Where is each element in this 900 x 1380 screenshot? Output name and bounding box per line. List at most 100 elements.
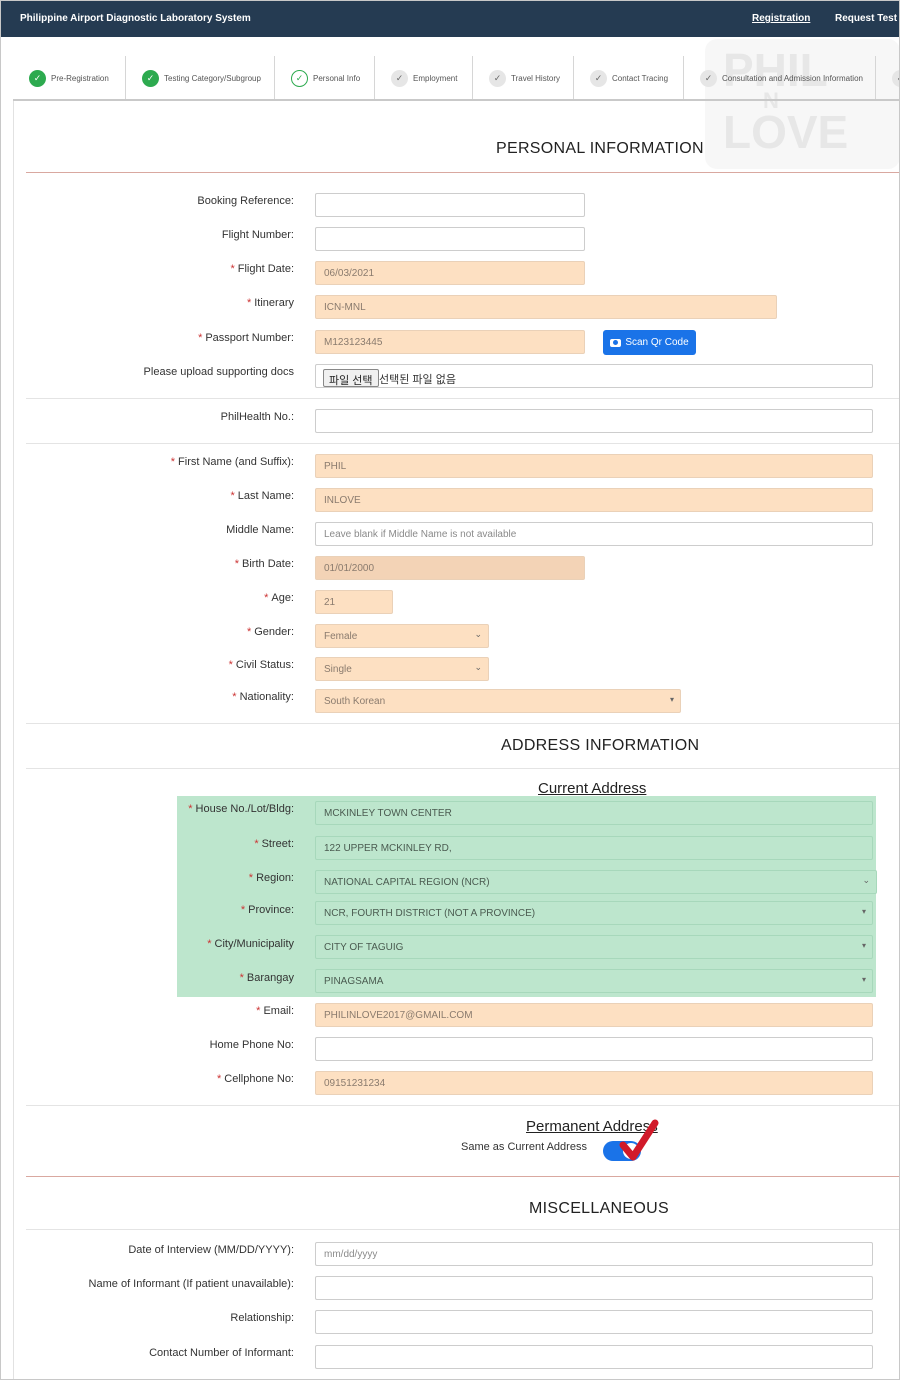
check-circle-grey-icon: ✓ <box>892 70 899 87</box>
itinerary-label: * Itinerary <box>246 297 294 309</box>
informant-contact-input[interactable] <box>315 1345 873 1369</box>
step-employment[interactable]: ✓ Employment <box>375 56 473 99</box>
email-label: * Email: <box>256 1005 294 1017</box>
home-phone-input[interactable] <box>315 1037 873 1061</box>
same-as-current-toggle[interactable] <box>603 1141 641 1161</box>
relationship-label: Relationship: <box>230 1312 294 1324</box>
house-input[interactable]: MCKINLEY TOWN CENTER <box>315 801 873 825</box>
current-address-highlight <box>177 796 876 997</box>
check-circle-icon: ✓ <box>142 70 159 87</box>
check-circle-grey-icon: ✓ <box>700 70 717 87</box>
passport-label: * Passport Number: <box>198 332 294 344</box>
cellphone-label: * Cellphone No: <box>217 1073 294 1085</box>
no-file-text: 선택된 파일 없음 <box>379 374 456 386</box>
divider <box>26 172 899 173</box>
interview-date-input[interactable]: mm/dd/yyyy <box>315 1242 873 1266</box>
step-testing-category[interactable]: ✓ Testing Category/Subgroup <box>126 56 275 99</box>
same-as-current-label: Same as Current Address <box>461 1141 587 1153</box>
divider <box>26 443 899 444</box>
middle-name-label: Middle Name: <box>226 524 294 536</box>
city-select[interactable]: CITY OF TAGUIG ▾ <box>315 935 873 959</box>
relationship-input[interactable] <box>315 1310 873 1334</box>
chevron-down-icon: ⌄ <box>474 629 482 639</box>
check-circle-icon: ✓ <box>29 70 46 87</box>
top-navbar: Philippine Airport Diagnostic Laboratory… <box>1 1 899 37</box>
nav-registration-link[interactable]: Registration <box>752 13 810 24</box>
check-circle-grey-icon: ✓ <box>391 70 408 87</box>
divider <box>26 1176 899 1177</box>
step-next[interactable]: ✓ <box>876 56 899 99</box>
section-title-misc: MISCELLANEOUS <box>529 1200 669 1217</box>
divider <box>26 768 899 769</box>
step-consultation-admission[interactable]: ✓ Consultation and Admission Information <box>684 56 876 99</box>
interview-date-label: Date of Interview (MM/DD/YYYY): <box>128 1244 294 1256</box>
itinerary-input[interactable]: ICN-MNL <box>315 295 777 319</box>
chevron-down-icon: ⌄ <box>474 662 482 672</box>
check-circle-grey-icon: ✓ <box>590 70 607 87</box>
current-address-title: Current Address <box>538 780 647 797</box>
informant-name-label: Name of Informant (If patient unavailabl… <box>88 1278 294 1290</box>
flight-number-input[interactable] <box>315 227 585 251</box>
cellphone-input[interactable]: 09151231234 <box>315 1071 873 1095</box>
home-phone-label: Home Phone No: <box>209 1039 294 1051</box>
step-personal-info[interactable]: ✓ Personal Info <box>275 56 375 99</box>
age-input[interactable]: 21 <box>315 590 393 614</box>
caret-down-icon: ▾ <box>861 975 866 984</box>
caret-down-icon: ▾ <box>669 695 674 704</box>
section-title-personal: PERSONAL INFORMATION <box>496 140 704 157</box>
gender-label: * Gender: <box>246 626 294 638</box>
check-circle-outline-icon: ✓ <box>291 70 308 87</box>
booking-ref-input[interactable] <box>315 193 585 217</box>
civil-status-label: * Civil Status: <box>228 659 294 671</box>
camera-icon <box>610 338 622 347</box>
progress-steps: ✓ Pre-Registration ✓ Testing Category/Su… <box>13 56 899 101</box>
province-select[interactable]: NCR, FOURTH DISTRICT (NOT A PROVINCE) ▾ <box>315 901 873 925</box>
last-name-input[interactable]: INLOVE <box>315 488 873 512</box>
booking-ref-label: Booking Reference: <box>197 195 294 207</box>
street-label: * Street: <box>254 838 294 850</box>
middle-name-input[interactable]: Leave blank if Middle Name is not availa… <box>315 522 873 546</box>
divider <box>26 1105 899 1106</box>
first-name-label: * First Name (and Suffix): <box>170 456 294 468</box>
last-name-label: * Last Name: <box>230 490 294 502</box>
age-label: * Age: <box>264 592 294 604</box>
divider <box>26 723 899 724</box>
chevron-down-icon: ⌄ <box>862 875 870 885</box>
step-contact-tracing[interactable]: ✓ Contact Tracing <box>574 56 684 99</box>
email-input[interactable]: PHILINLOVE2017@GMAIL.COM <box>315 1003 873 1027</box>
section-title-address: ADDRESS INFORMATION <box>501 737 700 754</box>
birth-date-input[interactable]: 01/01/2000 <box>315 556 585 580</box>
nationality-select[interactable]: South Korean ▾ <box>315 689 681 713</box>
gender-select[interactable]: Female ⌄ <box>315 624 489 648</box>
flight-number-label: Flight Number: <box>221 229 294 241</box>
passport-input[interactable]: M123123445 <box>315 330 585 354</box>
province-label: * Province: <box>240 904 294 916</box>
barangay-label: * Barangay <box>239 972 294 984</box>
street-input[interactable]: 122 UPPER MCKINLEY RD, <box>315 836 873 860</box>
region-label: * Region: <box>248 872 294 884</box>
flight-date-label: * Flight Date: <box>230 263 294 275</box>
check-circle-grey-icon: ✓ <box>489 70 506 87</box>
nationality-label: * Nationality: <box>232 691 294 703</box>
informant-name-input[interactable] <box>315 1276 873 1300</box>
philhealth-input[interactable] <box>315 409 873 433</box>
page-frame: Philippine Airport Diagnostic Laboratory… <box>0 0 900 1380</box>
philhealth-label: PhilHealth No.: <box>220 411 294 423</box>
divider <box>26 398 899 399</box>
choose-file-button[interactable]: 파일 선택 <box>323 369 379 387</box>
civil-status-select[interactable]: Single ⌄ <box>315 657 489 681</box>
scan-qr-button[interactable]: Scan Qr Code <box>603 330 696 355</box>
step-travel-history[interactable]: ✓ Travel History <box>473 56 574 99</box>
flight-date-input[interactable]: 06/03/2021 <box>315 261 585 285</box>
step-pre-registration[interactable]: ✓ Pre-Registration <box>13 56 126 99</box>
informant-contact-label: Contact Number of Informant: <box>149 1347 294 1359</box>
house-label: * House No./Lot/Bldg: <box>188 803 294 815</box>
upload-label: Please upload supporting docs <box>143 366 294 378</box>
app-title: Philippine Airport Diagnostic Laboratory… <box>20 13 251 24</box>
left-rail <box>13 101 14 1379</box>
first-name-input[interactable]: PHIL <box>315 454 873 478</box>
region-select[interactable]: NATIONAL CAPITAL REGION (NCR) ⌄ <box>315 870 877 894</box>
nav-request-test-link[interactable]: Request Test In <box>835 13 899 24</box>
barangay-select[interactable]: PINAGSAMA ▾ <box>315 969 873 993</box>
caret-down-icon: ▾ <box>861 907 866 916</box>
